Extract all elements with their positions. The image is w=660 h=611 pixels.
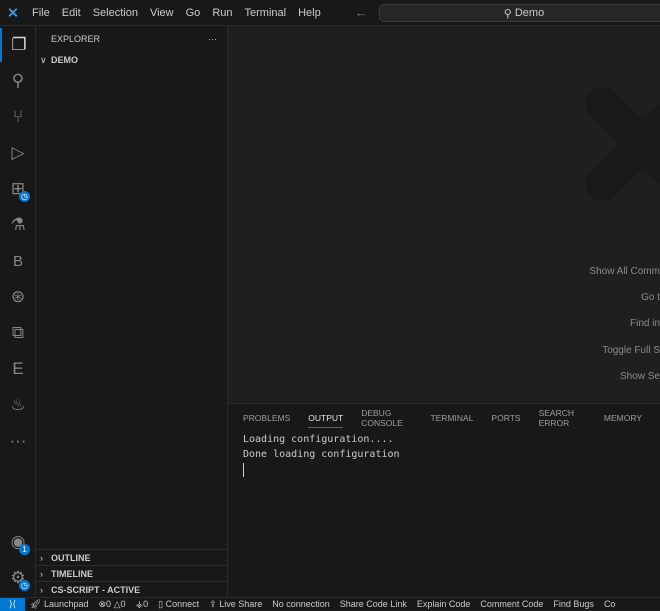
section-outline[interactable]: › OUTLINE [36, 549, 227, 565]
menu-terminal[interactable]: Terminal [239, 7, 293, 19]
tab-memory[interactable]: MEMORY [604, 409, 642, 427]
chevron-right-icon: › [40, 552, 43, 563]
accounts-badge: 1 [19, 544, 30, 555]
elementor-icon[interactable]: Ε [0, 352, 36, 386]
database-icon: ▯ [158, 598, 166, 609]
output-content[interactable]: Loading configuration.... Done loading c… [228, 432, 660, 477]
warning-count: 0 [120, 598, 126, 609]
clock-badge-icon: ◷ [19, 191, 30, 202]
hint-toggle-full-screen: Toggle Full S [602, 345, 660, 356]
output-line: Loading configuration.... [243, 434, 394, 445]
ports-count: 0 [143, 598, 149, 609]
source-control-icon[interactable]: ⑂ [0, 100, 36, 134]
remote-indicator-icon[interactable]: ⟩⟨ [0, 597, 25, 611]
chevron-down-icon: ∨ [40, 54, 47, 65]
tab-terminal[interactable]: TERMINAL [430, 409, 473, 427]
share-code-link-item[interactable]: Share Code Link [335, 599, 412, 609]
section-timeline[interactable]: › TIMELINE [36, 565, 227, 581]
tab-output[interactable]: OUTPUT [308, 409, 343, 428]
connect-label: Connect [165, 598, 200, 609]
text-cursor [243, 463, 244, 477]
problems-item[interactable]: ⊗0 △0 [93, 599, 130, 610]
activity-bar: ❐ ⚲ ⑂ ▷ ⊞ ◷ ⚗ B ⊛ ⧉ Ε ♨ ··· ◉ 1 ⚙ ◷ [0, 26, 36, 597]
connect-item[interactable]: ▯ Connect [153, 599, 204, 610]
error-count: 0 [106, 598, 112, 609]
back-arrow-icon[interactable]: ← [355, 5, 368, 20]
find-bugs-item[interactable]: Find Bugs [548, 599, 599, 609]
menu-bar: File Edit Selection View Go Run Terminal… [26, 7, 327, 19]
command-center-search[interactable]: ⚲ Demo [379, 4, 660, 22]
antenna-icon: ⚶ [135, 598, 144, 609]
no-connection-item[interactable]: No connection [267, 599, 335, 609]
search-icon: ⚲ [503, 7, 512, 20]
vscode-logo-icon: ⨯ [7, 4, 19, 20]
explain-code-item[interactable]: Explain Code [412, 599, 476, 609]
section-label: CS-SCRIPT - ACTIVE [51, 584, 141, 595]
menu-edit[interactable]: Edit [56, 7, 87, 19]
lamp-icon[interactable]: ♨ [0, 388, 36, 422]
hint-find-in-files: Find in [629, 318, 660, 329]
status-bar: ⟩⟨ 🚀︎ Launchpad ⊗0 △0 ⚶0 ▯ Connect ⇪ Liv… [0, 597, 660, 611]
live-share-icon: ⇪ [209, 598, 220, 609]
extensions-icon[interactable]: ⊞ ◷ [0, 172, 36, 206]
comment-code-item[interactable]: Comment Code [475, 599, 548, 609]
tab-debug-console[interactable]: DEBUG CONSOLE [361, 404, 412, 432]
search-icon[interactable]: ⚲ [0, 64, 36, 98]
section-cs-script[interactable]: › CS-SCRIPT - ACTIVE [36, 581, 227, 597]
explorer-icon[interactable]: ❐ [0, 28, 36, 62]
folder-demo[interactable]: ∨ DEMO [36, 52, 227, 68]
tab-search-error[interactable]: SEARCH ERROR [539, 404, 586, 432]
vscode-watermark-icon [586, 87, 660, 201]
settings-gear-icon[interactable]: ⚙ ◷ [0, 561, 36, 595]
python-icon[interactable]: ⧉ [0, 316, 36, 350]
gitlens-icon[interactable]: ⊛ [0, 280, 36, 314]
more-icon[interactable]: ··· [0, 424, 36, 458]
section-label: OUTLINE [51, 552, 91, 563]
live-share-item[interactable]: ⇪ Live Share [204, 599, 267, 610]
hint-go-to-file: Go t [641, 292, 660, 303]
search-label: Demo [514, 7, 545, 19]
title-bar: ⨯ File Edit Selection View Go Run Termin… [0, 0, 660, 26]
menu-help[interactable]: Help [292, 7, 327, 19]
explorer-sidebar: EXPLORER ··· ∨ DEMO › OUTLINE › TIMELINE › CS… [36, 26, 228, 597]
truncated-item[interactable]: Co [599, 599, 621, 609]
menu-go[interactable]: Go [180, 7, 207, 19]
launchpad-label: Launchpad [43, 598, 89, 609]
live-share-label: Live Share [219, 598, 263, 609]
editor-area: Show All Comm Go t Find in Toggle Full S… [228, 26, 660, 403]
launchpad-item[interactable]: 🚀︎ Launchpad [25, 599, 93, 610]
output-line: Done loading configuration [243, 449, 400, 460]
chevron-right-icon: › [40, 568, 43, 579]
section-label: TIMELINE [51, 568, 93, 579]
menu-file[interactable]: File [26, 7, 56, 19]
rocket-icon: 🚀︎ [30, 598, 44, 609]
error-icon: ⊗ [98, 598, 107, 609]
accounts-icon[interactable]: ◉ 1 [0, 525, 36, 559]
run-debug-icon[interactable]: ▷ [0, 136, 36, 170]
b-extension-icon[interactable]: B [0, 244, 36, 278]
explorer-title: EXPLORER [51, 34, 101, 44]
menu-selection[interactable]: Selection [87, 7, 144, 19]
menu-view[interactable]: View [144, 7, 180, 19]
folder-label: DEMO [51, 55, 78, 65]
more-actions-button[interactable]: ··· [208, 34, 217, 44]
menu-run[interactable]: Run [206, 7, 238, 19]
ports-item[interactable]: ⚶0 [131, 599, 154, 610]
clock-badge-icon: ◷ [19, 580, 30, 591]
hint-show-all-commands: Show All Comm [589, 266, 660, 277]
tab-ports[interactable]: PORTS [491, 409, 520, 427]
tab-problems[interactable]: PROBLEMS [243, 409, 290, 427]
bottom-panel: PROBLEMS OUTPUT DEBUG CONSOLE TERMINAL P… [228, 403, 660, 597]
hint-show-settings: Show Se [619, 371, 660, 382]
testing-flask-icon[interactable]: ⚗ [0, 208, 36, 242]
chevron-right-icon: › [40, 584, 43, 595]
